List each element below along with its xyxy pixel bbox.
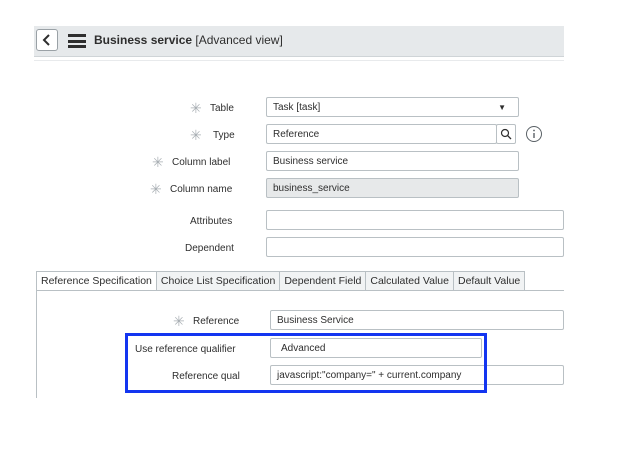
table-select[interactable]: Task [task] ▼ — [266, 97, 519, 117]
tab-bar: Reference Specification Choice List Spec… — [36, 271, 526, 291]
reference-label: Reference — [193, 316, 240, 327]
mandatory-icon: ✳ — [173, 313, 185, 329]
tab-dependent-field[interactable]: Dependent Field — [280, 271, 367, 291]
attributes-label: Attributes — [190, 216, 233, 227]
tab-default-value[interactable]: Default Value — [453, 271, 526, 291]
divider — [34, 60, 564, 61]
mandatory-icon: ✳ — [190, 100, 202, 116]
mandatory-icon: ✳ — [190, 127, 202, 143]
tab-choice-list-specification[interactable]: Choice List Specification — [156, 271, 281, 291]
lookup-button[interactable] — [496, 124, 516, 144]
type-input[interactable]: Reference — [266, 124, 497, 144]
table-label: Table — [210, 103, 234, 114]
column-name-label: Column name — [170, 184, 233, 195]
highlight-box — [125, 333, 487, 393]
column-name-input: business_service — [266, 178, 519, 198]
back-button[interactable] — [36, 29, 58, 51]
info-icon — [526, 126, 542, 142]
title-view: [Advanced view] — [195, 33, 283, 47]
chevron-left-icon — [42, 34, 50, 46]
column-label-input[interactable]: Business service — [266, 151, 519, 171]
hamburger-menu-icon[interactable] — [68, 34, 86, 48]
dropdown-arrow-icon: ▼ — [498, 103, 506, 112]
column-label-label: Column label — [172, 157, 231, 168]
reference-value: Business Service — [277, 315, 354, 326]
mandatory-icon: ✳ — [150, 181, 162, 197]
info-button[interactable] — [524, 124, 544, 144]
mandatory-icon: ✳ — [152, 154, 164, 170]
search-icon — [500, 128, 512, 140]
attributes-input[interactable] — [266, 210, 564, 230]
tab-reference-specification[interactable]: Reference Specification — [36, 271, 157, 291]
title-record: Business service — [94, 33, 193, 47]
column-label-value: Business service — [273, 156, 349, 167]
type-input-value: Reference — [273, 129, 320, 140]
dependent-input[interactable] — [266, 237, 564, 257]
reference-input[interactable]: Business Service — [270, 310, 564, 330]
tab-calculated-value[interactable]: Calculated Value — [366, 271, 454, 291]
dependent-label: Dependent — [185, 243, 234, 254]
column-name-value: business_service — [273, 183, 350, 194]
table-select-value: Task [task] — [273, 102, 321, 113]
type-label: Type — [213, 130, 235, 141]
page-title: Business service [Advanced view] — [94, 33, 283, 47]
form-header: Business service [Advanced view] — [34, 26, 564, 57]
